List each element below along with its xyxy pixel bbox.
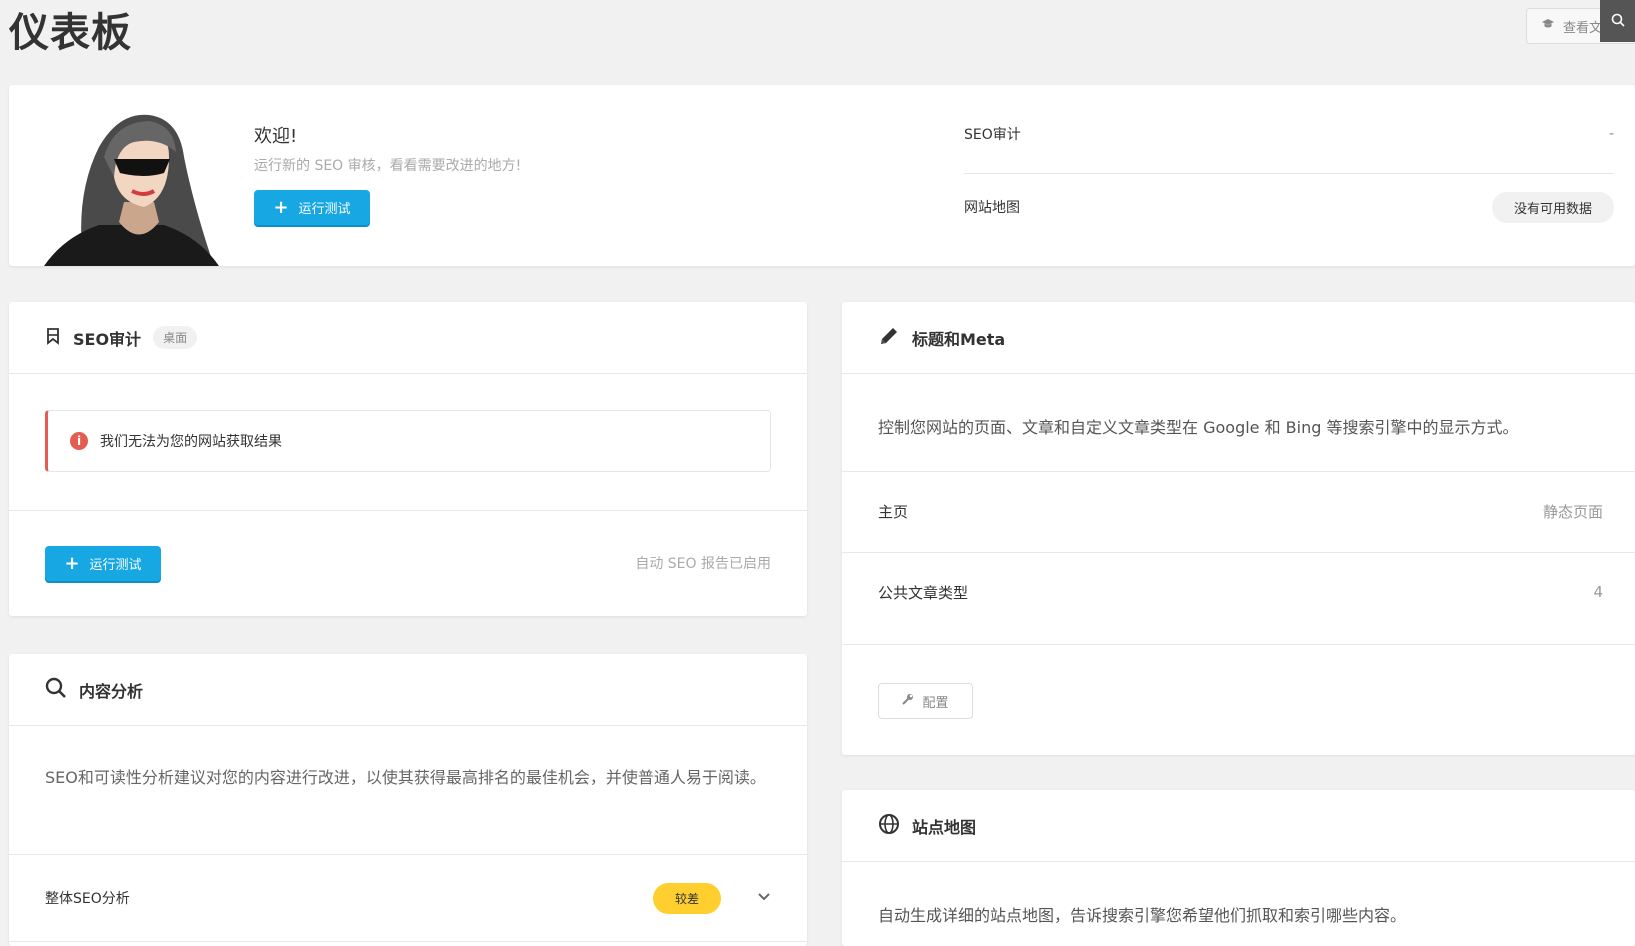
divider — [9, 854, 807, 855]
graduation-cap-icon — [1541, 18, 1555, 34]
stat-label: SEO审计 — [964, 127, 1021, 143]
wrench-icon — [902, 693, 914, 709]
globe-icon — [878, 813, 900, 839]
no-data-badge: 没有可用数据 — [1491, 191, 1614, 223]
titles-meta-description: 控制您网站的页面、文章和自定义文章类型在 Google 和 Bing 等搜索引擎… — [878, 418, 1519, 437]
seo-audit-card: SEO审计 桌面 i 我们无法为您的网站获取结果 + 运行测试 自动 SEO 报… — [9, 302, 807, 616]
divider — [842, 471, 1635, 472]
sitemap-title: 站点地图 — [912, 817, 977, 837]
search-icon — [1611, 12, 1625, 31]
row-label: 主页 — [878, 502, 909, 521]
page-title: 仪表板 — [9, 10, 132, 56]
divider — [842, 644, 1635, 645]
auto-report-status: 自动 SEO 报告已启用 — [635, 556, 771, 572]
stat-value: - — [1608, 126, 1614, 142]
dashboard-page: 仪表板 查看文档 欢迎! 运行新的 SEO 审核，看看需要改进的地方! + 运行… — [0, 0, 1635, 946]
stat-row-seo-audit: SEO审计 - — [964, 122, 1614, 146]
admin-search-button[interactable] — [1600, 0, 1635, 42]
content-analysis-header: 内容分析 — [9, 654, 807, 726]
welcome-title: 欢迎! — [254, 126, 298, 147]
plus-icon: + — [64, 552, 80, 574]
configure-label: 配置 — [922, 695, 949, 711]
content-analysis-description: SEO和可读性分析建议对您的内容进行改进，以使其获得最高排名的最佳机会，并使普通… — [45, 768, 766, 787]
overall-seo-label: 整体SEO分析 — [45, 891, 130, 907]
row-value: 4 — [1593, 583, 1603, 601]
sitemap-description: 自动生成详细的站点地图，告诉搜索引擎您希望他们抓取和索引哪些内容。 — [878, 906, 1407, 925]
welcome-avatar — [44, 107, 229, 266]
welcome-run-test-button[interactable]: + 运行测试 — [254, 190, 370, 225]
seo-audit-title: SEO审计 — [73, 329, 142, 349]
overall-seo-row[interactable]: 整体SEO分析 较差 — [45, 875, 771, 921]
plus-icon: + — [273, 196, 289, 218]
pencil-icon — [878, 325, 900, 351]
info-icon: i — [70, 432, 88, 450]
content-analysis-title: 内容分析 — [79, 681, 144, 701]
row-value: 静态页面 — [1542, 502, 1603, 521]
post-types-row: 公共文章类型 4 — [878, 577, 1603, 607]
score-badge: 较差 — [652, 882, 721, 914]
homepage-row: 主页 静态页面 — [878, 496, 1603, 526]
seo-audit-header: SEO审计 桌面 — [9, 302, 807, 374]
welcome-card: 欢迎! 运行新的 SEO 审核，看看需要改进的地方! + 运行测试 SEO审计 … — [9, 85, 1635, 266]
device-tag: 桌面 — [153, 326, 198, 349]
divider — [842, 552, 1635, 553]
titles-meta-header: 标题和Meta — [842, 302, 1635, 374]
stat-row-sitemap: 网站地图 没有可用数据 — [964, 191, 1614, 223]
divider — [9, 941, 807, 942]
stat-label: 网站地图 — [964, 200, 1020, 216]
seo-audit-run-test-button[interactable]: + 运行测试 — [45, 546, 161, 581]
sitemap-card: 站点地图 自动生成详细的站点地图，告诉搜索引擎您希望他们抓取和索引哪些内容。 — [842, 790, 1635, 946]
content-analysis-card: 内容分析 SEO和可读性分析建议对您的内容进行改进，以使其获得最高排名的最佳机会… — [9, 654, 807, 946]
stat-divider — [964, 173, 1614, 174]
error-message: 我们无法为您的网站获取结果 — [100, 434, 282, 450]
run-test-label: 运行测试 — [89, 558, 142, 573]
divider — [9, 510, 807, 511]
search-icon — [45, 677, 67, 703]
error-notice: i 我们无法为您的网站获取结果 — [45, 410, 771, 472]
run-test-label: 运行测试 — [298, 202, 351, 217]
welcome-subtitle: 运行新的 SEO 审核，看看需要改进的地方! — [254, 158, 522, 174]
configure-button[interactable]: 配置 — [878, 683, 973, 719]
row-label: 公共文章类型 — [878, 583, 969, 602]
chevron-down-icon[interactable] — [757, 890, 771, 906]
titles-meta-title: 标题和Meta — [912, 329, 1006, 349]
titles-meta-card: 标题和Meta 控制您网站的页面、文章和自定义文章类型在 Google 和 Bi… — [842, 302, 1635, 755]
bookmark-icon — [45, 327, 61, 349]
sitemap-header: 站点地图 — [842, 790, 1635, 862]
